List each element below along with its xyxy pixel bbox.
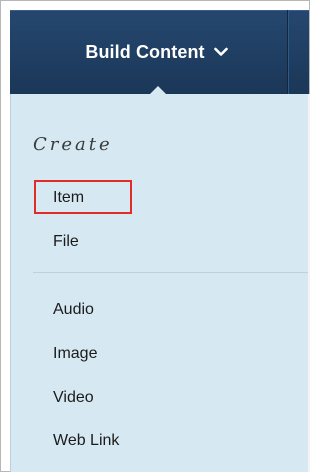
chevron-down-icon <box>213 47 228 56</box>
build-content-button[interactable]: Build Content <box>10 10 287 94</box>
menu-item-video[interactable]: Video <box>53 389 94 407</box>
build-content-label: Build Content <box>85 41 205 62</box>
panel-right-edge <box>308 94 310 472</box>
menu-item-audio[interactable]: Audio <box>53 301 94 319</box>
menu-item-web-link[interactable]: Web Link <box>53 432 119 450</box>
toolbar-divider-highlight <box>288 10 289 94</box>
menu-item-item[interactable]: Item <box>53 189 84 207</box>
menu-item-file[interactable]: File <box>53 233 79 251</box>
menu-item-image[interactable]: Image <box>53 345 97 363</box>
menu-separator <box>33 272 310 273</box>
build-content-dropdown-menu: Create Item File Audio Image Video Web L… <box>10 94 310 472</box>
content-toolbar: Build Content <box>10 10 309 98</box>
create-section-heading: Create <box>33 134 113 155</box>
